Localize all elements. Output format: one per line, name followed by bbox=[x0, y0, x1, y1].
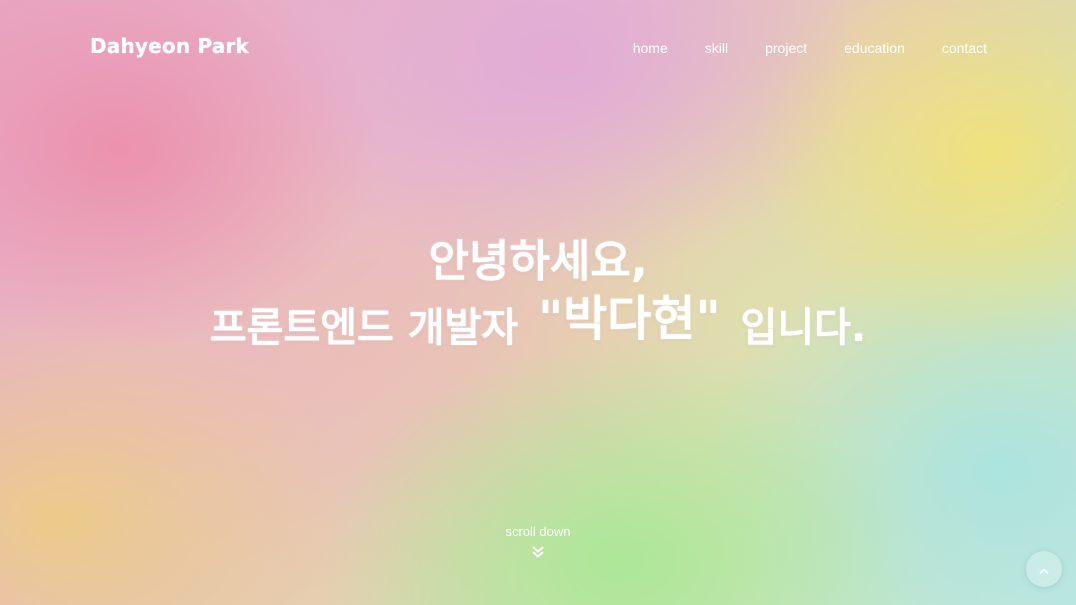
scroll-down-link[interactable]: scroll down bbox=[0, 524, 1076, 562]
hero-section: 안녕하세요, 프론트엔드 개발자 "박다현" 입니다. bbox=[0, 232, 1076, 361]
nav-link-contact[interactable]: contact bbox=[942, 40, 987, 56]
hero-intro-suffix: 입니다. bbox=[740, 305, 867, 351]
nav-link-skill[interactable]: skill bbox=[705, 40, 728, 56]
main-nav: home skill project education contact bbox=[596, 40, 987, 56]
hero-intro-prefix: 프론트엔드 개발자 bbox=[209, 305, 519, 351]
double-chevron-down-icon bbox=[532, 543, 544, 562]
nav-link-education[interactable]: education bbox=[844, 40, 905, 56]
hero-name: "박다현" bbox=[538, 291, 721, 347]
site-header: Dahyeon Park home skill project educatio… bbox=[0, 0, 1076, 96]
scroll-down-label: scroll down bbox=[505, 524, 571, 539]
back-to-top-button[interactable] bbox=[1026, 551, 1062, 587]
chevron-up-icon bbox=[1039, 560, 1049, 579]
site-logo[interactable]: Dahyeon Park bbox=[90, 34, 249, 58]
nav-link-project[interactable]: project bbox=[765, 40, 807, 56]
hero-intro: 프론트엔드 개발자 "박다현" 입니다. bbox=[0, 291, 1076, 361]
hero-greeting: 안녕하세요, bbox=[428, 236, 648, 287]
nav-link-home[interactable]: home bbox=[633, 40, 668, 56]
